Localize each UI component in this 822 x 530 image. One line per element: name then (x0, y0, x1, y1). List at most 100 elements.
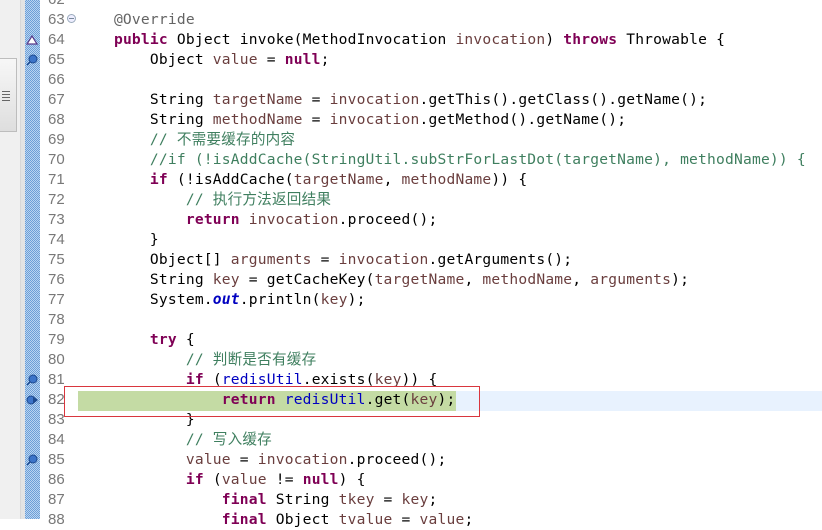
line-number: 73 (48, 211, 65, 228)
code-token: = getCacheKey( (239, 271, 375, 288)
code-text: // 判断是否有缓存 (78, 350, 316, 370)
code-line[interactable]: 70 //if (!isAddCache(StringUtil.subStrFo… (0, 150, 822, 170)
line-number: 68 (48, 111, 65, 128)
code-line[interactable]: 78 (0, 310, 822, 330)
code-token: return (185, 211, 240, 228)
code-token: key (212, 271, 240, 288)
code-token: if (149, 171, 168, 188)
override-triangle-icon[interactable] (26, 34, 38, 46)
code-text: String targetName = invocation.getThis()… (78, 90, 707, 110)
code-text: // 不需要缓存的内容 (78, 130, 295, 150)
line-number: 66 (48, 71, 65, 88)
line-number: 86 (48, 471, 65, 488)
code-token: String (78, 111, 213, 128)
code-line[interactable]: 62 (0, 0, 822, 10)
code-text: final Object tvalue = value; (78, 510, 473, 530)
code-line[interactable]: 88 final Object tvalue = value; (0, 510, 822, 530)
code-token: methodName (401, 171, 492, 188)
code-token: .proceed(); (347, 451, 447, 468)
code-line[interactable]: 71 if (!isAddCache(targetName, methodNam… (0, 170, 822, 190)
code-token: value (185, 451, 231, 468)
code-token: ; (428, 491, 438, 508)
code-text: //if (!isAddCache(StringUtil.subStrForLa… (78, 150, 806, 170)
line-number: 84 (48, 431, 65, 448)
code-token: // 写入缓存 (185, 431, 272, 448)
code-line[interactable]: 77 System.out.println(key); (0, 290, 822, 310)
line-number: 85 (48, 451, 65, 468)
line-number: 76 (48, 271, 65, 288)
code-token: try (149, 331, 177, 348)
code-token: value (212, 51, 258, 68)
line-number: 88 (48, 511, 65, 528)
breakpoint-icon[interactable] (26, 374, 38, 386)
code-token: = (302, 111, 330, 128)
code-line[interactable]: 64 public Object invoke(MethodInvocation… (0, 30, 822, 50)
code-token: public (113, 31, 168, 48)
code-line[interactable]: 63 @Override (0, 10, 822, 30)
code-token: != (266, 471, 303, 488)
code-token: } (78, 231, 159, 248)
code-line[interactable]: 67 String targetName = invocation.getThi… (0, 90, 822, 110)
code-text: Object[] arguments = invocation.getArgum… (78, 250, 572, 270)
code-line[interactable]: 80 // 判断是否有缓存 (0, 350, 822, 370)
code-token: = (257, 51, 285, 68)
line-number: 72 (48, 191, 65, 208)
code-token: invocation (329, 91, 420, 108)
code-line[interactable]: 76 String key = getCacheKey(targetName, … (0, 270, 822, 290)
code-line[interactable]: 87 final String tkey = key; (0, 490, 822, 510)
code-token: key (401, 491, 429, 508)
code-line[interactable]: 79 try { (0, 330, 822, 350)
code-line[interactable]: 84 // 写入缓存 (0, 430, 822, 450)
code-token: throws (563, 31, 618, 48)
code-line[interactable]: 69 // 不需要缓存的内容 (0, 130, 822, 150)
code-token: .getThis().getClass().getName(); (419, 91, 708, 108)
code-token: ; (320, 51, 330, 68)
code-token: invocation (455, 31, 546, 48)
instruction-pointer-icon[interactable] (26, 394, 38, 406)
code-token: Throwable { (617, 31, 726, 48)
code-line[interactable]: 68 String methodName = invocation.getMet… (0, 110, 822, 130)
code-token: ( (203, 471, 222, 488)
code-text: String methodName = invocation.getMethod… (78, 110, 626, 130)
code-line[interactable]: 73 return invocation.proceed(); (0, 210, 822, 230)
code-text: String key = getCacheKey(targetName, met… (78, 270, 689, 290)
line-number: 67 (48, 91, 65, 108)
code-text: Object value = null; (78, 50, 330, 70)
code-token: value (221, 471, 267, 488)
code-text: public Object invoke(MethodInvocation in… (78, 30, 725, 50)
code-token: = (374, 491, 402, 508)
code-token: methodName (482, 271, 573, 288)
code-token: invocation (257, 451, 348, 468)
code-line[interactable]: 66 (0, 70, 822, 90)
code-token: .println( (239, 291, 321, 308)
code-line[interactable]: 65 Object value = null; (0, 50, 822, 70)
code-line[interactable]: 72 // 执行方法返回结果 (0, 190, 822, 210)
code-token: Object invoke(MethodInvocation (167, 31, 456, 48)
code-token: String (266, 491, 339, 508)
code-token: ) { (338, 471, 366, 488)
code-line[interactable]: 86 if (value != null) { (0, 470, 822, 490)
code-token: .getMethod().getName(); (419, 111, 627, 128)
breakpoint-icon[interactable] (26, 54, 38, 66)
code-token: { (176, 331, 195, 348)
line-number: 74 (48, 231, 65, 248)
code-token: invocation (329, 111, 420, 128)
code-token: , (383, 171, 402, 188)
code-token: = (392, 511, 420, 528)
line-number: 77 (48, 291, 65, 308)
code-token: final (221, 491, 267, 508)
code-token: System. (78, 291, 213, 308)
fold-collapse-icon[interactable] (67, 14, 76, 23)
code-line[interactable]: 74 } (0, 230, 822, 250)
breakpoint-icon[interactable] (26, 454, 38, 466)
line-number: 79 (48, 331, 65, 348)
line-number: 87 (48, 491, 65, 508)
code-line[interactable]: 85 value = invocation.proceed(); (0, 450, 822, 470)
code-line[interactable]: 75 Object[] arguments = invocation.getAr… (0, 250, 822, 270)
